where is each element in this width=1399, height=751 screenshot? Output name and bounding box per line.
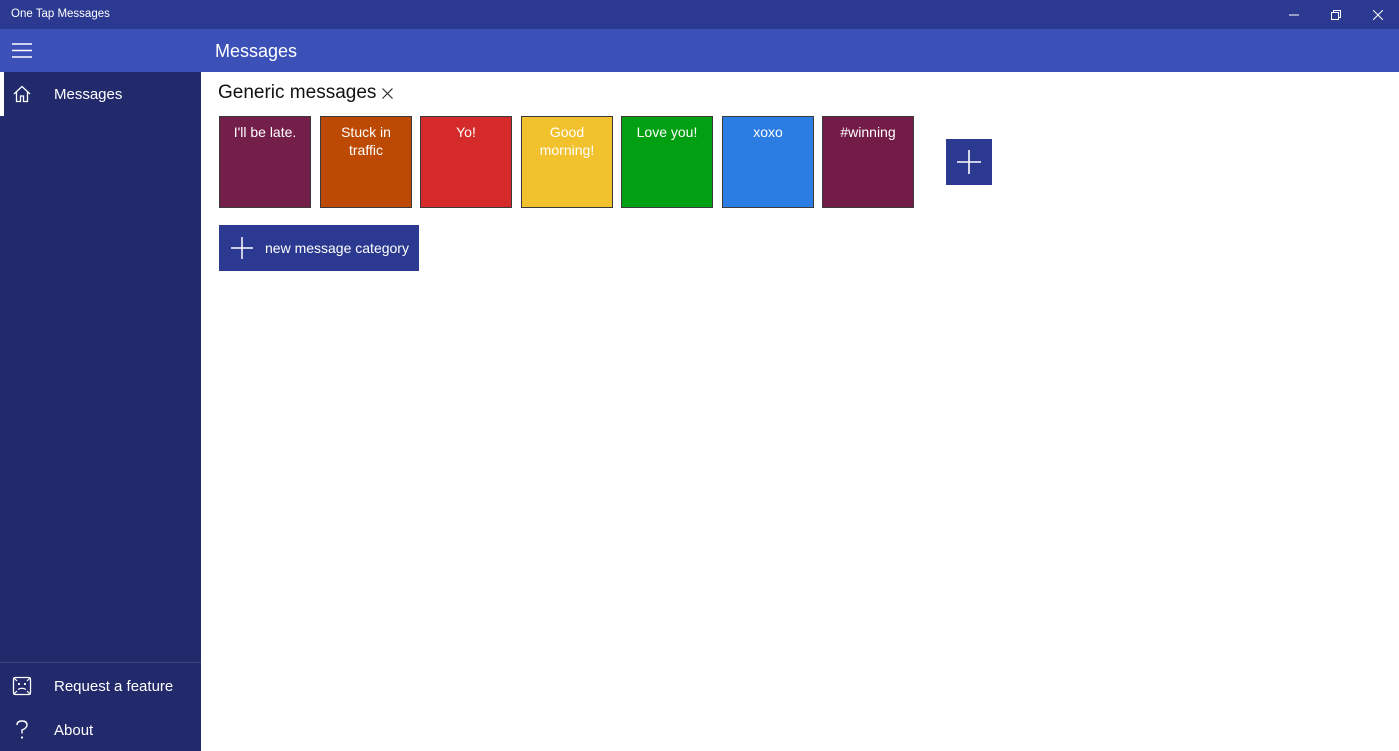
sidebar-item-messages[interactable]: Messages	[0, 72, 201, 116]
close-icon	[381, 87, 393, 99]
plus-icon	[219, 225, 265, 271]
message-tile[interactable]: Stuck in traffic	[320, 116, 412, 208]
message-tile[interactable]: Yo!	[420, 116, 512, 208]
add-message-button[interactable]	[946, 139, 992, 185]
feedback-icon	[0, 664, 44, 708]
sidebar-item-label: About	[54, 721, 94, 739]
title-bar: One Tap Messages	[0, 0, 1399, 29]
message-tile[interactable]: xoxo	[722, 116, 814, 208]
minimize-icon	[1289, 14, 1299, 15]
plus-icon	[957, 150, 981, 174]
hamburger-menu-button[interactable]	[0, 29, 44, 72]
message-tile[interactable]: I'll be late.	[219, 116, 311, 208]
page-title: Messages	[215, 41, 298, 61]
sidebar-divider	[0, 662, 201, 663]
hamburger-icon	[12, 43, 32, 58]
close-category-button[interactable]	[380, 86, 394, 100]
message-tile[interactable]: Good morning!	[521, 116, 613, 208]
minimize-button[interactable]	[1271, 0, 1317, 29]
main-content: Generic messages I'll be late. Stuck in …	[201, 72, 1399, 751]
sidebar-item-request-feature[interactable]: Request a feature	[0, 664, 201, 708]
sidebar-item-about[interactable]: About	[0, 708, 201, 751]
new-message-category-button[interactable]: new message category	[219, 225, 419, 271]
sidebar-item-label: Messages	[54, 85, 123, 103]
close-window-button[interactable]	[1355, 0, 1399, 29]
restore-button[interactable]	[1313, 0, 1359, 29]
category-header: Generic messages	[218, 82, 394, 104]
new-message-category-label: new message category	[265, 240, 409, 256]
sidebar-item-label: Request a feature	[54, 677, 174, 695]
category-title: Generic messages	[218, 82, 377, 103]
header-bar: Messages	[0, 29, 1399, 72]
home-icon	[0, 72, 44, 116]
app-title: One Tap Messages	[11, 8, 110, 20]
close-window-icon	[1373, 9, 1383, 20]
restore-icon	[1331, 9, 1341, 20]
message-tile[interactable]: #winning	[822, 116, 914, 208]
sidebar: Messages Request a feature About	[0, 72, 201, 751]
question-icon	[0, 708, 44, 751]
message-tile[interactable]: Love you!	[621, 116, 713, 208]
